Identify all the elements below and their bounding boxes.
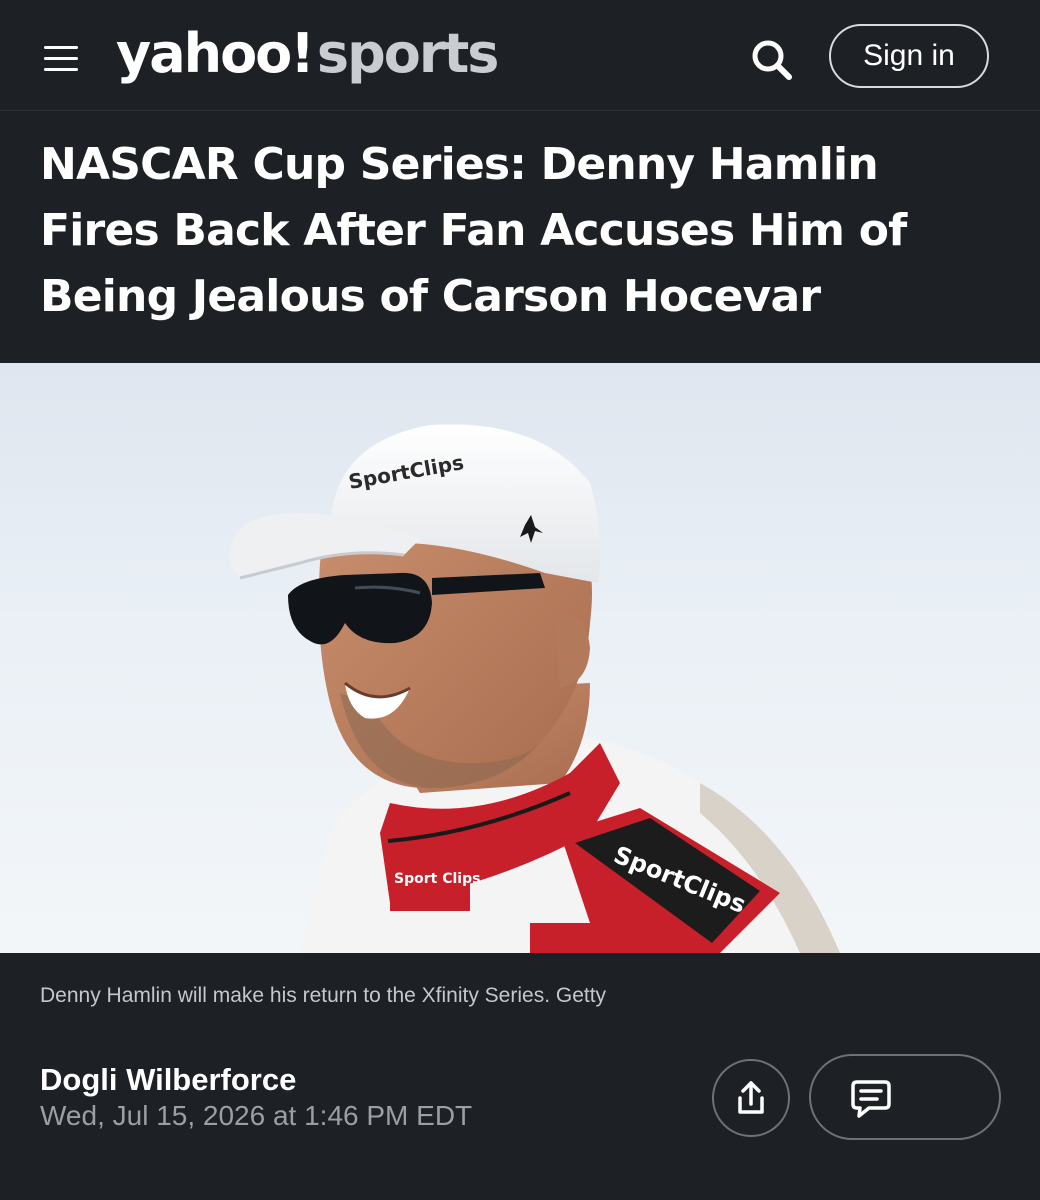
driver-photo: SportClips Sport Clips SportClips [229,424,840,953]
comments-button[interactable] [809,1054,1001,1140]
author-name[interactable]: Dogli Wilberforce [40,1062,296,1098]
article-headline: NASCAR Cup Series: Denny Hamlin Fires Ba… [40,139,907,322]
publish-date: Wed, Jul 15, 2026 at 1:46 PM EDT [40,1100,473,1131]
hamburger-menu-icon[interactable] [40,40,82,76]
top-nav-bar: yahoo! sports Sign in [0,0,1040,111]
article-page: yahoo! sports Sign in NASCAR Cup Series:… [0,0,1040,1200]
yahoo-sports-logo[interactable]: yahoo! sports [116,22,499,92]
article-hero-image[interactable]: SportClips Sport Clips SportClips [0,363,1040,953]
logo-sports-text: sports [316,22,499,85]
sign-in-button[interactable]: Sign in [829,24,989,88]
share-button[interactable] [712,1059,790,1137]
search-icon[interactable] [748,36,796,84]
image-caption: Denny Hamlin will make his return to the… [40,984,607,1007]
comment-icon [851,1080,891,1118]
suit-patch-text-left: Sport Clips [394,871,480,887]
share-icon [738,1081,764,1114]
logo-yahoo-text: yahoo! [116,22,315,85]
